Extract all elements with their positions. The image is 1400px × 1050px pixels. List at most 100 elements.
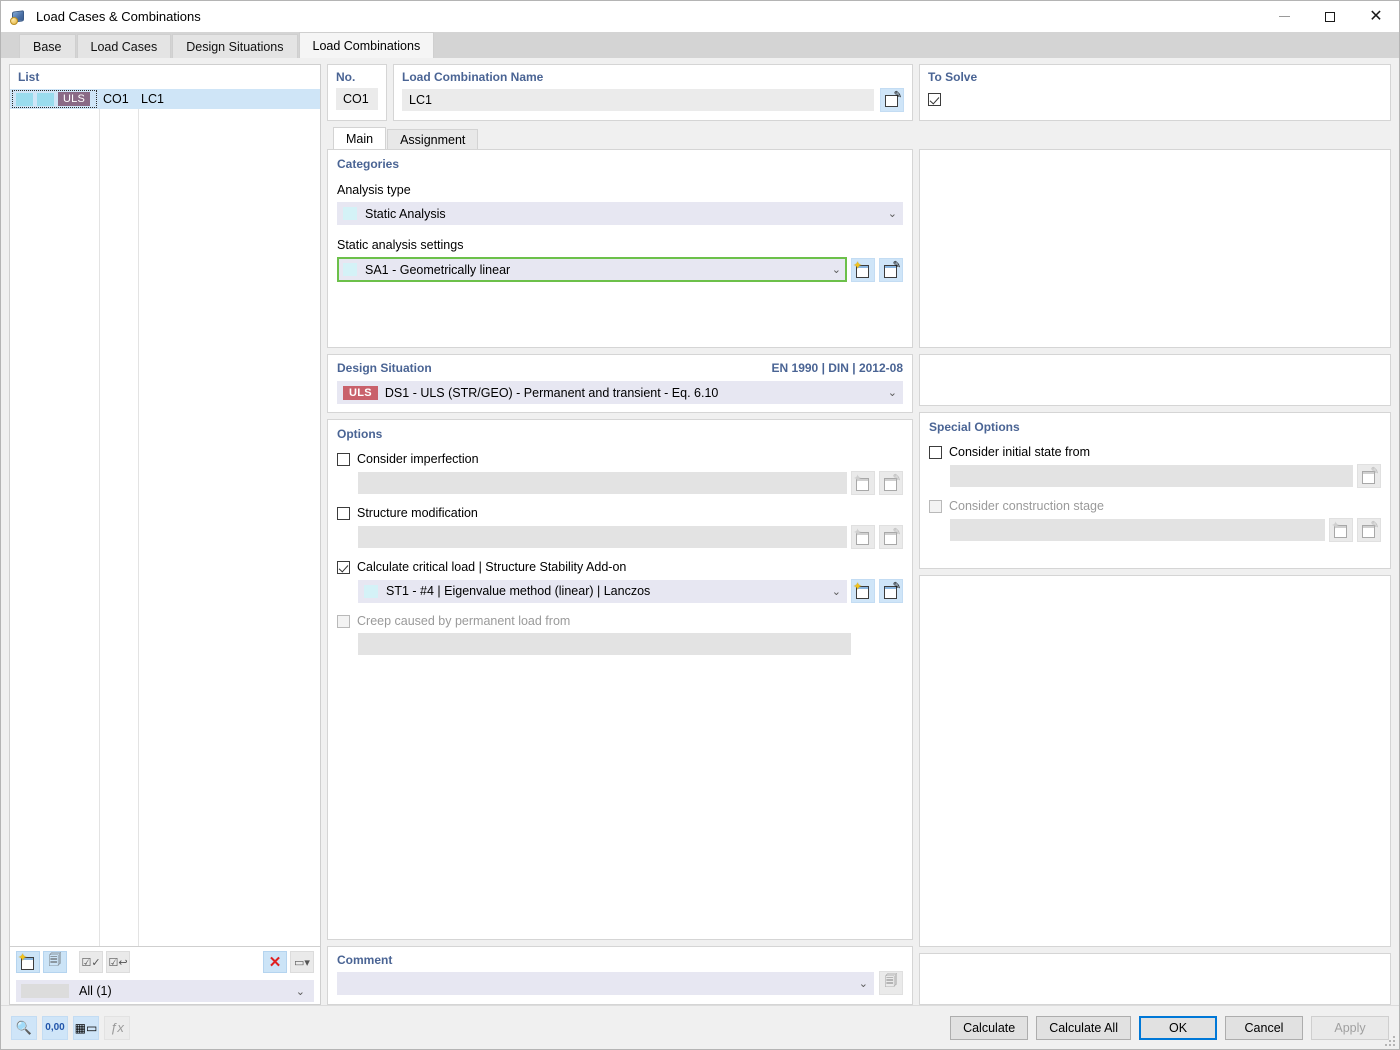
- consider-initial-state-input[interactable]: [950, 465, 1353, 487]
- color-swatch-1: [16, 93, 33, 106]
- minimize-button[interactable]: [1261, 1, 1307, 32]
- table-row[interactable]: ULS CO1 LC1: [10, 89, 320, 109]
- stability-analysis-select[interactable]: ST1 - #4 | Eigenvalue method (linear) | …: [358, 580, 847, 603]
- list-panel: List ULS CO1 LC1: [9, 64, 321, 1005]
- new-item-button[interactable]: ✦: [16, 951, 40, 973]
- calculate-button[interactable]: Calculate: [950, 1016, 1028, 1040]
- comment-copy-button[interactable]: 🗐: [879, 971, 903, 995]
- tab-base[interactable]: Base: [19, 34, 76, 58]
- chevron-down-icon: ⌄: [296, 985, 309, 998]
- special-options-card: Special Options Consider initial state f…: [919, 412, 1391, 569]
- cancel-button[interactable]: Cancel: [1225, 1016, 1303, 1040]
- consider-construction-stage-input: [950, 519, 1325, 541]
- consider-imperfection-label: Consider imperfection: [357, 452, 479, 466]
- tab-load-combinations[interactable]: Load Combinations: [299, 32, 435, 58]
- consider-imperfection-new-button[interactable]: ✦: [851, 471, 875, 495]
- footer-tools: 🔍 0,00 ▦▭ ƒx: [11, 1016, 130, 1040]
- tab-assignment[interactable]: Assignment: [387, 129, 478, 149]
- display-properties-icon: ▦▭: [75, 1021, 98, 1035]
- row-number-cell: CO1: [97, 92, 135, 106]
- no-field-group: No. CO1: [327, 64, 387, 121]
- analysis-type-label: Analysis type: [337, 183, 903, 197]
- color-swatch-2: [37, 93, 54, 106]
- select-all-button[interactable]: ☑✓: [79, 951, 103, 973]
- static-settings-edit-button[interactable]: ✎: [879, 258, 903, 282]
- close-x-icon: ✕: [269, 955, 282, 970]
- list-header: List: [10, 65, 320, 88]
- structure-modification-input[interactable]: [358, 526, 847, 548]
- right-pane: Special Options Consider initial state f…: [919, 149, 1391, 1005]
- stability-analysis-edit-button[interactable]: ✎: [879, 579, 903, 603]
- find-button[interactable]: 🔍: [11, 1016, 37, 1040]
- resize-grip[interactable]: [1385, 1036, 1395, 1046]
- display-properties-button[interactable]: ▦▭: [73, 1016, 99, 1040]
- design-situation-badge: ULS: [343, 386, 378, 400]
- consider-initial-state-checkbox[interactable]: [929, 446, 942, 459]
- stability-analysis-swatch: [364, 585, 378, 598]
- structure-modification-checkbox[interactable]: [337, 507, 350, 520]
- design-situation-card: Design Situation EN 1990 | DIN | 2012-08…: [327, 354, 913, 413]
- list-filter-dropdown[interactable]: All (1) ⌄: [16, 980, 314, 1002]
- list-toolbar: ✦ 🗐 ☑✓ ☑↩ ✕ ▭▾: [9, 947, 321, 977]
- name-label: Load Combination Name: [402, 70, 904, 84]
- window-title: Load Cases & Combinations: [36, 9, 201, 24]
- consider-construction-stage-field-row: ✦ ✎: [929, 518, 1381, 542]
- checkmark-list-icon: ☑✓: [81, 956, 100, 969]
- static-settings-new-button[interactable]: ✦: [851, 258, 875, 282]
- edit-folder-icon: ✎: [1360, 522, 1378, 538]
- consider-imperfection-checkbox[interactable]: [337, 453, 350, 466]
- structure-modification-new-button[interactable]: ✦: [851, 525, 875, 549]
- name-field-group: Load Combination Name LC1 ✎: [393, 64, 913, 121]
- static-settings-select[interactable]: SA1 - Geometrically linear ⌄: [337, 257, 847, 282]
- tab-design-situations[interactable]: Design Situations: [172, 34, 297, 58]
- edit-folder-icon: ✎: [882, 583, 900, 599]
- consider-initial-state-edit-button[interactable]: ✎: [1357, 464, 1381, 488]
- stability-analysis-new-button[interactable]: ✦: [851, 579, 875, 603]
- delete-item-button[interactable]: ✕: [263, 951, 287, 973]
- tab-load-cases[interactable]: Load Cases: [77, 34, 172, 58]
- design-standard-label: EN 1990 | DIN | 2012-08: [772, 361, 903, 375]
- structure-modification-edit-button[interactable]: ✎: [879, 525, 903, 549]
- consider-imperfection-field-row: ✦ ✎: [337, 471, 903, 495]
- name-edit-button[interactable]: ✎: [880, 88, 904, 112]
- option-consider-imperfection[interactable]: Consider imperfection: [337, 452, 903, 466]
- no-input[interactable]: CO1: [336, 88, 378, 110]
- name-input[interactable]: LC1: [402, 89, 874, 111]
- ok-button[interactable]: OK: [1139, 1016, 1217, 1040]
- close-button[interactable]: ✕: [1353, 1, 1399, 32]
- formula-button[interactable]: ƒx: [104, 1016, 130, 1040]
- option-calculate-critical-load[interactable]: Calculate critical load | Structure Stab…: [337, 560, 903, 574]
- design-situation-select[interactable]: ULS DS1 - ULS (STR/GEO) - Permanent and …: [337, 381, 903, 404]
- categories-card: Categories Analysis type Static Analysis…: [327, 149, 913, 348]
- consider-imperfection-input[interactable]: [358, 472, 847, 494]
- edit-folder-icon: ✎: [882, 475, 900, 491]
- invert-selection-button[interactable]: ☑↩: [106, 951, 130, 973]
- view-mode-button[interactable]: ▭▾: [290, 951, 314, 973]
- calculate-all-button[interactable]: Calculate All: [1036, 1016, 1131, 1040]
- analysis-type-select[interactable]: Static Analysis ⌄: [337, 202, 903, 225]
- creep-input: [358, 633, 851, 655]
- option-structure-modification[interactable]: Structure modification: [337, 506, 903, 520]
- comment-select[interactable]: ⌄: [337, 972, 874, 995]
- row-flags-cell[interactable]: ULS: [12, 90, 97, 108]
- consider-imperfection-edit-button[interactable]: ✎: [879, 471, 903, 495]
- option-consider-initial-state[interactable]: Consider initial state from: [929, 445, 1381, 459]
- copy-item-button[interactable]: 🗐: [43, 951, 67, 973]
- main-area: No. CO1 Load Combination Name LC1 ✎: [327, 64, 1391, 1005]
- chevron-down-icon: ⌄: [832, 585, 841, 598]
- new-folder-star-icon: ✦: [854, 583, 872, 599]
- comment-card: Comment ⌄ 🗐: [327, 946, 913, 1005]
- no-label: No.: [336, 70, 378, 84]
- options-title: Options: [337, 427, 903, 441]
- tab-main[interactable]: Main: [333, 127, 386, 149]
- maximize-button[interactable]: [1307, 1, 1353, 32]
- units-button[interactable]: 0,00: [42, 1016, 68, 1040]
- calculate-critical-load-checkbox[interactable]: [337, 561, 350, 574]
- title-bar: Load Cases & Combinations ✕: [1, 1, 1399, 32]
- to-solve-checkbox[interactable]: [928, 93, 941, 106]
- list-grid[interactable]: ULS CO1 LC1: [10, 88, 320, 946]
- to-solve-group: To Solve: [919, 64, 1391, 121]
- option-consider-construction-stage: Consider construction stage: [929, 499, 1381, 513]
- main-tab-strip: Base Load Cases Design Situations Load C…: [1, 32, 1399, 58]
- options-card: Options Consider imperfection ✦: [327, 419, 913, 940]
